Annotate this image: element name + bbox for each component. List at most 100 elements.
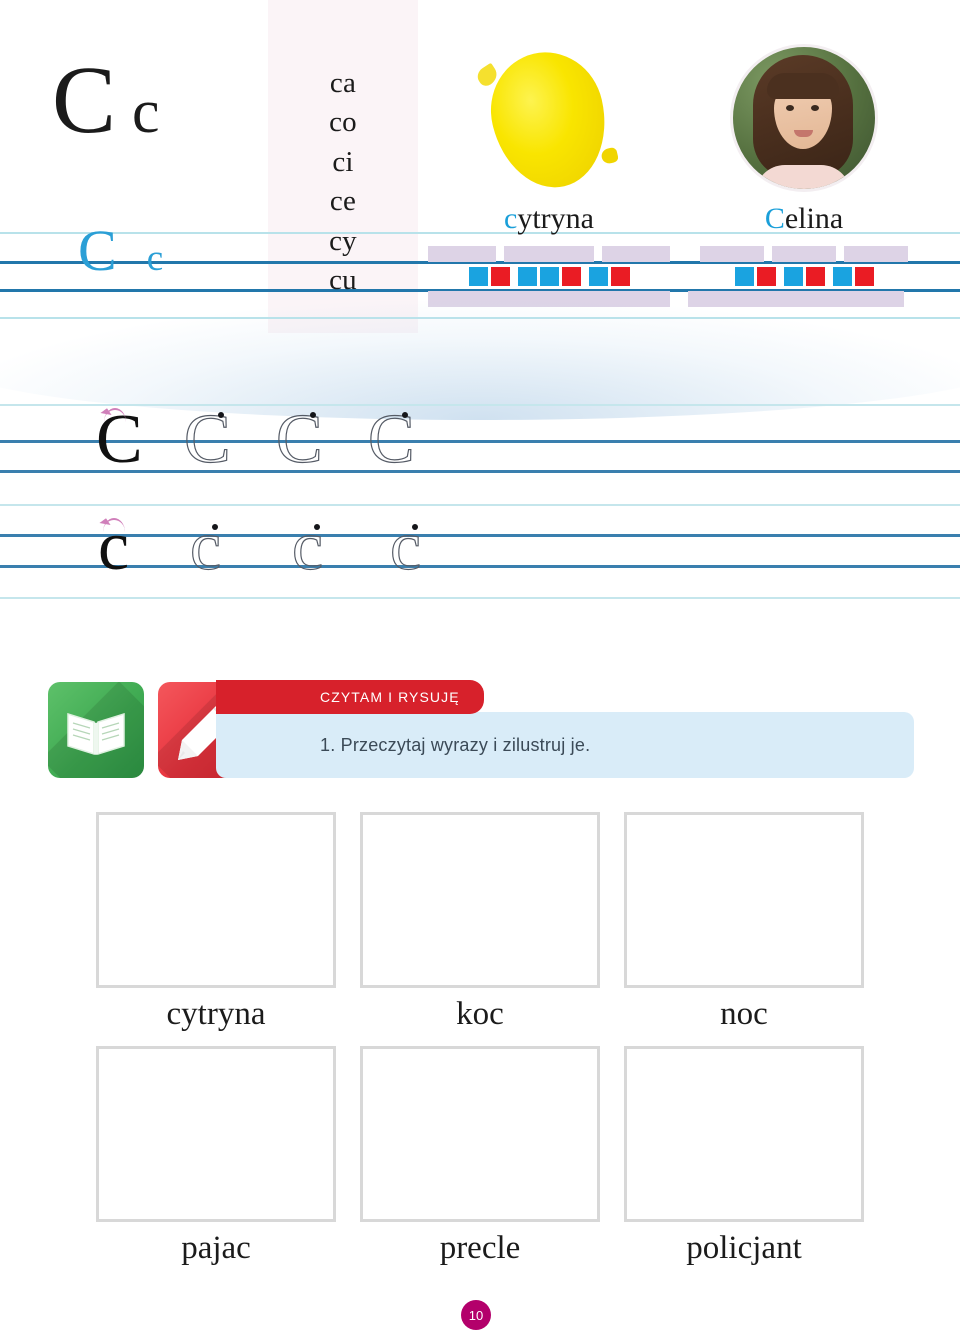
instruction-ribbon-label: CZYTAM I RYSUJĘ xyxy=(320,689,460,705)
stroke-start-dot xyxy=(314,524,320,530)
phoneme-diagram-celina xyxy=(688,246,920,307)
letter-trace-sample: Cc xyxy=(78,222,163,280)
sound-square-consonant xyxy=(588,267,608,286)
syllable-bar xyxy=(844,246,908,262)
syllable-item: ca xyxy=(329,67,357,99)
lemon-illustration xyxy=(428,30,670,200)
whole-word-bar xyxy=(688,291,904,307)
exercise-grid: cytryna koc noc pajac precle policjant xyxy=(96,812,866,1281)
exercise-cell: precle xyxy=(360,1046,600,1266)
syllable-item: ce xyxy=(329,185,357,218)
header-rule-line-bottom-light xyxy=(0,317,960,319)
drawing-box[interactable] xyxy=(360,1046,600,1223)
sound-group xyxy=(468,267,510,286)
page-number-badge: 10 xyxy=(461,1300,491,1330)
syllable-list: ca co ci ce cy cu xyxy=(268,64,418,301)
exercise-word-label: precle xyxy=(439,1230,521,1267)
practice-rule-dark-3 xyxy=(0,534,960,537)
sound-group xyxy=(832,267,874,286)
sound-square-vowel xyxy=(854,267,874,286)
letter-header-band: Cc Cc ca co ci ce cy cu cytryna Celina xyxy=(0,0,960,333)
instruction-body: 1. Przeczytaj wyrazy i zilustruj je. xyxy=(216,712,914,778)
phoneme-diagram-cytryna xyxy=(428,246,670,307)
word-label-rest: elina xyxy=(784,202,844,235)
drawing-box[interactable] xyxy=(624,1046,864,1223)
syllable-item: ci xyxy=(332,145,354,178)
exercise-row: pajac precle policjant xyxy=(96,1046,866,1266)
whole-word-bar xyxy=(428,291,670,307)
sound-square-consonant xyxy=(517,267,537,286)
practice-rule-dark-2 xyxy=(0,470,960,473)
sound-group xyxy=(517,267,581,286)
exercise-word-label: cytryna xyxy=(166,996,266,1032)
sound-square-consonant xyxy=(832,267,852,286)
word-label-rest: ytryna xyxy=(517,202,594,235)
syllable-bar-row xyxy=(688,246,920,262)
practice-rule-light-3 xyxy=(0,597,960,599)
syllable-bar xyxy=(428,246,496,262)
girl-photo-avatar xyxy=(688,30,920,200)
practice-rule-light-2 xyxy=(0,504,960,506)
word-label-celina: Celina xyxy=(688,204,920,234)
exercise-cell: koc xyxy=(360,812,600,1032)
practice-rule-light-1 xyxy=(0,404,960,406)
word-card-cytryna: cytryna xyxy=(428,30,670,307)
drawing-box[interactable] xyxy=(96,1046,336,1223)
letter-uppercase: C xyxy=(52,46,117,153)
word-label-accent-letter: C xyxy=(764,202,785,235)
practice-rule-dark-1 xyxy=(0,440,960,443)
sound-square-consonant xyxy=(468,267,488,286)
instruction-ribbon: CZYTAM I RYSUJĘ xyxy=(216,680,484,714)
stroke-start-dot xyxy=(212,524,218,530)
exercise-row: cytryna koc noc xyxy=(96,812,866,1032)
letter-display: Cc xyxy=(52,52,262,148)
practice-glyph-dotted: c xyxy=(389,508,422,585)
sound-square-vowel xyxy=(805,267,825,286)
syllable-bar xyxy=(700,246,764,262)
sound-square-consonant xyxy=(783,267,803,286)
sound-group xyxy=(588,267,630,286)
trace-uppercase: C xyxy=(78,218,117,283)
instruction-task-text: 1. Przeczytaj wyrazy i zilustruj je. xyxy=(320,734,591,755)
exercise-word-label: koc xyxy=(456,996,504,1032)
syllable-item: cu xyxy=(329,264,357,297)
word-card-celina: Celina xyxy=(688,30,920,307)
syllable-bar xyxy=(772,246,836,262)
exercise-cell: policjant xyxy=(624,1046,864,1266)
drawing-box[interactable] xyxy=(360,812,600,988)
practice-glyph-dotted: c xyxy=(189,508,222,585)
sound-square-vowel xyxy=(490,267,510,286)
sound-square-consonant xyxy=(539,267,559,286)
exercise-cell: pajac xyxy=(96,1046,336,1266)
syllable-bar xyxy=(503,246,595,262)
avatar xyxy=(730,44,878,192)
trace-lowercase: c xyxy=(146,238,164,279)
syllable-item: cy xyxy=(329,224,357,257)
exercise-cell: noc xyxy=(624,812,864,1032)
word-label-cytryna: cytryna xyxy=(428,204,670,234)
practice-glyph-dotted: c xyxy=(291,508,324,585)
exercise-word-label: noc xyxy=(720,996,768,1032)
drawing-box[interactable] xyxy=(624,812,864,988)
sound-group xyxy=(783,267,825,286)
sound-square-row xyxy=(688,267,920,286)
drawing-box[interactable] xyxy=(96,812,336,988)
syllable-bar-row xyxy=(428,246,670,262)
sound-square-vowel xyxy=(610,267,630,286)
open-book-icon xyxy=(48,682,144,778)
sound-square-row xyxy=(428,267,670,286)
letter-lowercase: c xyxy=(132,78,160,146)
word-label-accent-letter: c xyxy=(504,202,518,235)
sound-group xyxy=(734,267,776,286)
syllable-bar xyxy=(602,246,670,262)
syllable-item: co xyxy=(329,106,357,139)
instruction-banner: CZYTAM I RYSUJĘ 1. Przeczytaj wyrazy i z… xyxy=(48,676,914,788)
sound-square-consonant xyxy=(734,267,754,286)
stroke-start-dot xyxy=(310,412,316,418)
practice-rule-dark-4 xyxy=(0,565,960,568)
stroke-start-dot xyxy=(218,412,224,418)
exercise-cell: cytryna xyxy=(96,812,336,1032)
sound-square-vowel xyxy=(756,267,776,286)
exercise-word-label: policjant xyxy=(686,1230,802,1267)
stroke-start-dot xyxy=(412,524,418,530)
